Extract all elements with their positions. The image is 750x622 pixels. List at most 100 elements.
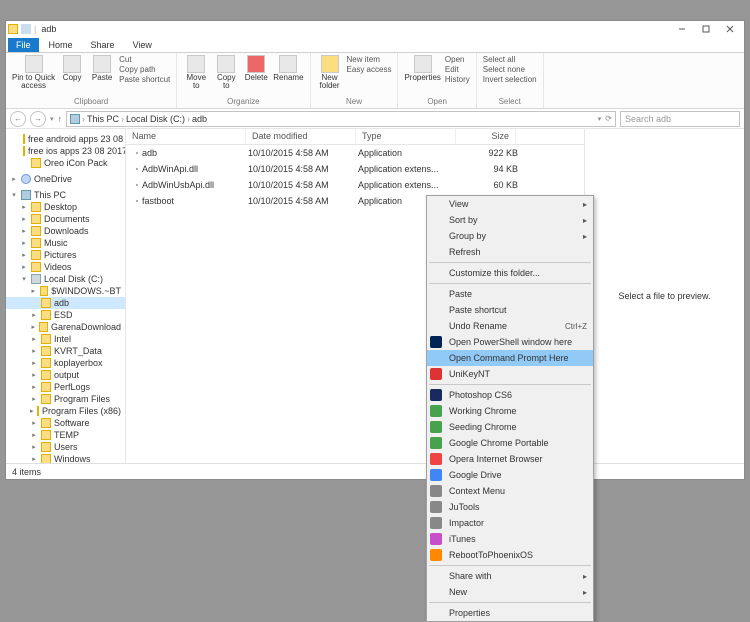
expand-chevron-icon[interactable]: ▸ [30,383,38,391]
breadcrumb-dropdown-icon[interactable]: ▾ [598,115,602,123]
chevron-right-icon[interactable]: › [82,114,85,124]
breadcrumb[interactable]: › This PC › Local Disk (C:) › adb ▾ ⟳ [66,111,616,127]
nav-item[interactable]: ▸output [6,369,125,381]
breadcrumb-segment[interactable]: Local Disk (C:) [126,114,185,124]
paste-shortcut-button[interactable]: Paste shortcut [119,75,170,84]
menu-item[interactable]: Group by▸ [427,228,593,244]
cut-button[interactable]: Cut [119,55,170,64]
nav-item[interactable]: ▸GarenaDownload [6,321,125,333]
edit-button[interactable]: Edit [445,65,470,74]
tab-file[interactable]: File [8,38,39,52]
easy-access-button[interactable]: Easy access [347,65,392,74]
nav-item[interactable]: ▸Downloads [6,225,125,237]
nav-item[interactable]: ▸$WINDOWS.~BT [6,285,125,297]
file-row[interactable]: AdbWinUsbApi.dll10/10/2015 4:58 AMApplic… [126,177,584,193]
expand-chevron-icon[interactable]: ▸ [30,347,38,355]
up-button[interactable]: ↑ [58,114,63,124]
nav-item[interactable]: ▸PerfLogs [6,381,125,393]
expand-chevron-icon[interactable]: ▸ [20,203,28,211]
history-button[interactable]: History [445,75,470,84]
nav-item[interactable]: ▸Desktop [6,201,125,213]
expand-chevron-icon[interactable]: ▸ [30,287,37,295]
search-input[interactable]: Search adb [620,111,740,127]
col-size[interactable]: Size [456,129,516,144]
col-type[interactable]: Type [356,129,456,144]
menu-item[interactable]: Share with▸ [427,568,593,584]
nav-item[interactable]: free ios apps 23 08 2017 [6,145,125,157]
history-dropdown-button[interactable]: ▾ [50,115,54,123]
expand-chevron-icon[interactable]: ▸ [20,251,28,259]
copy-button[interactable]: Copy [59,55,85,90]
col-date[interactable]: Date modified [246,129,356,144]
breadcrumb-segment[interactable]: This PC [87,114,119,124]
nav-item[interactable]: adb [6,297,125,309]
expand-chevron-icon[interactable]: ▸ [30,311,38,319]
tab-share[interactable]: Share [83,38,123,52]
expand-chevron-icon[interactable]: ▸ [30,407,34,415]
delete-button[interactable]: Delete [243,55,269,90]
chevron-right-icon[interactable]: › [121,114,124,124]
new-item-button[interactable]: New item [347,55,392,64]
nav-item[interactable]: Oreo iCon Pack [6,157,125,169]
expand-chevron-icon[interactable]: ▸ [20,263,28,271]
nav-item[interactable]: ▸Documents [6,213,125,225]
menu-item[interactable]: UniKeyNT [427,366,593,382]
paste-button[interactable]: Paste [89,55,115,90]
menu-item[interactable]: Opera Internet Browser [427,451,593,467]
nav-item[interactable]: ▾This PC [6,189,125,201]
file-row[interactable]: adb10/10/2015 4:58 AMApplication922 KB [126,145,584,161]
maximize-button[interactable] [694,22,718,36]
open-button[interactable]: Open [445,55,470,64]
navigation-pane[interactable]: free android apps 23 08free ios apps 23 … [6,129,126,463]
menu-item[interactable]: Working Chrome [427,403,593,419]
chevron-right-icon[interactable]: › [187,114,190,124]
forward-button[interactable]: → [30,111,46,127]
nav-item[interactable]: ▸koplayerbox [6,357,125,369]
select-none-button[interactable]: Select none [483,65,537,74]
refresh-icon[interactable]: ⟳ [605,114,612,123]
rename-button[interactable]: Rename [273,55,303,90]
menu-item[interactable]: Open PowerShell window here [427,334,593,350]
menu-item[interactable]: JuTools [427,499,593,515]
expand-chevron-icon[interactable]: ▸ [20,239,28,247]
nav-item[interactable]: ▸OneDrive [6,173,125,185]
nav-item[interactable]: ▸Software [6,417,125,429]
menu-item[interactable]: Google Drive [427,467,593,483]
breadcrumb-segment[interactable]: adb [192,114,207,124]
back-button[interactable]: ← [10,111,26,127]
menu-item[interactable]: New▸ [427,584,593,600]
nav-item[interactable]: ▸Music [6,237,125,249]
expand-chevron-icon[interactable]: ▾ [20,275,28,283]
menu-item[interactable]: Undo RenameCtrl+Z [427,318,593,334]
copy-to-button[interactable]: Copy to [213,55,239,90]
nav-item[interactable]: ▸ESD [6,309,125,321]
expand-chevron-icon[interactable]: ▸ [30,335,38,343]
expand-chevron-icon[interactable]: ▸ [30,419,38,427]
expand-chevron-icon[interactable]: ▸ [30,395,38,403]
nav-item[interactable]: ▸TEMP [6,429,125,441]
nav-item[interactable]: ▸Program Files [6,393,125,405]
menu-item[interactable]: Sort by▸ [427,212,593,228]
col-name[interactable]: Name [126,129,246,144]
nav-item[interactable]: ▸Videos [6,261,125,273]
menu-item[interactable]: Properties [427,605,593,621]
select-all-button[interactable]: Select all [483,55,537,64]
expand-chevron-icon[interactable]: ▾ [10,191,18,199]
nav-item[interactable]: ▸KVRT_Data [6,345,125,357]
menu-item[interactable]: Customize this folder... [427,265,593,281]
menu-item[interactable]: View▸ [427,196,593,212]
menu-item[interactable]: Context Menu [427,483,593,499]
properties-button[interactable]: Properties [404,55,440,84]
expand-chevron-icon[interactable]: ▸ [30,443,38,451]
expand-chevron-icon[interactable]: ▸ [30,359,38,367]
nav-item[interactable]: ▸Users [6,441,125,453]
expand-chevron-icon[interactable]: ▸ [30,323,36,331]
copy-path-button[interactable]: Copy path [119,65,170,74]
nav-item[interactable]: ▸Program Files (x86) [6,405,125,417]
qat-save-icon[interactable] [21,24,31,34]
menu-item[interactable]: Impactor [427,515,593,531]
expand-chevron-icon[interactable]: ▸ [30,455,38,463]
menu-item[interactable]: iTunes [427,531,593,547]
nav-item[interactable]: free android apps 23 08 [6,133,125,145]
menu-item[interactable]: Google Chrome Portable [427,435,593,451]
